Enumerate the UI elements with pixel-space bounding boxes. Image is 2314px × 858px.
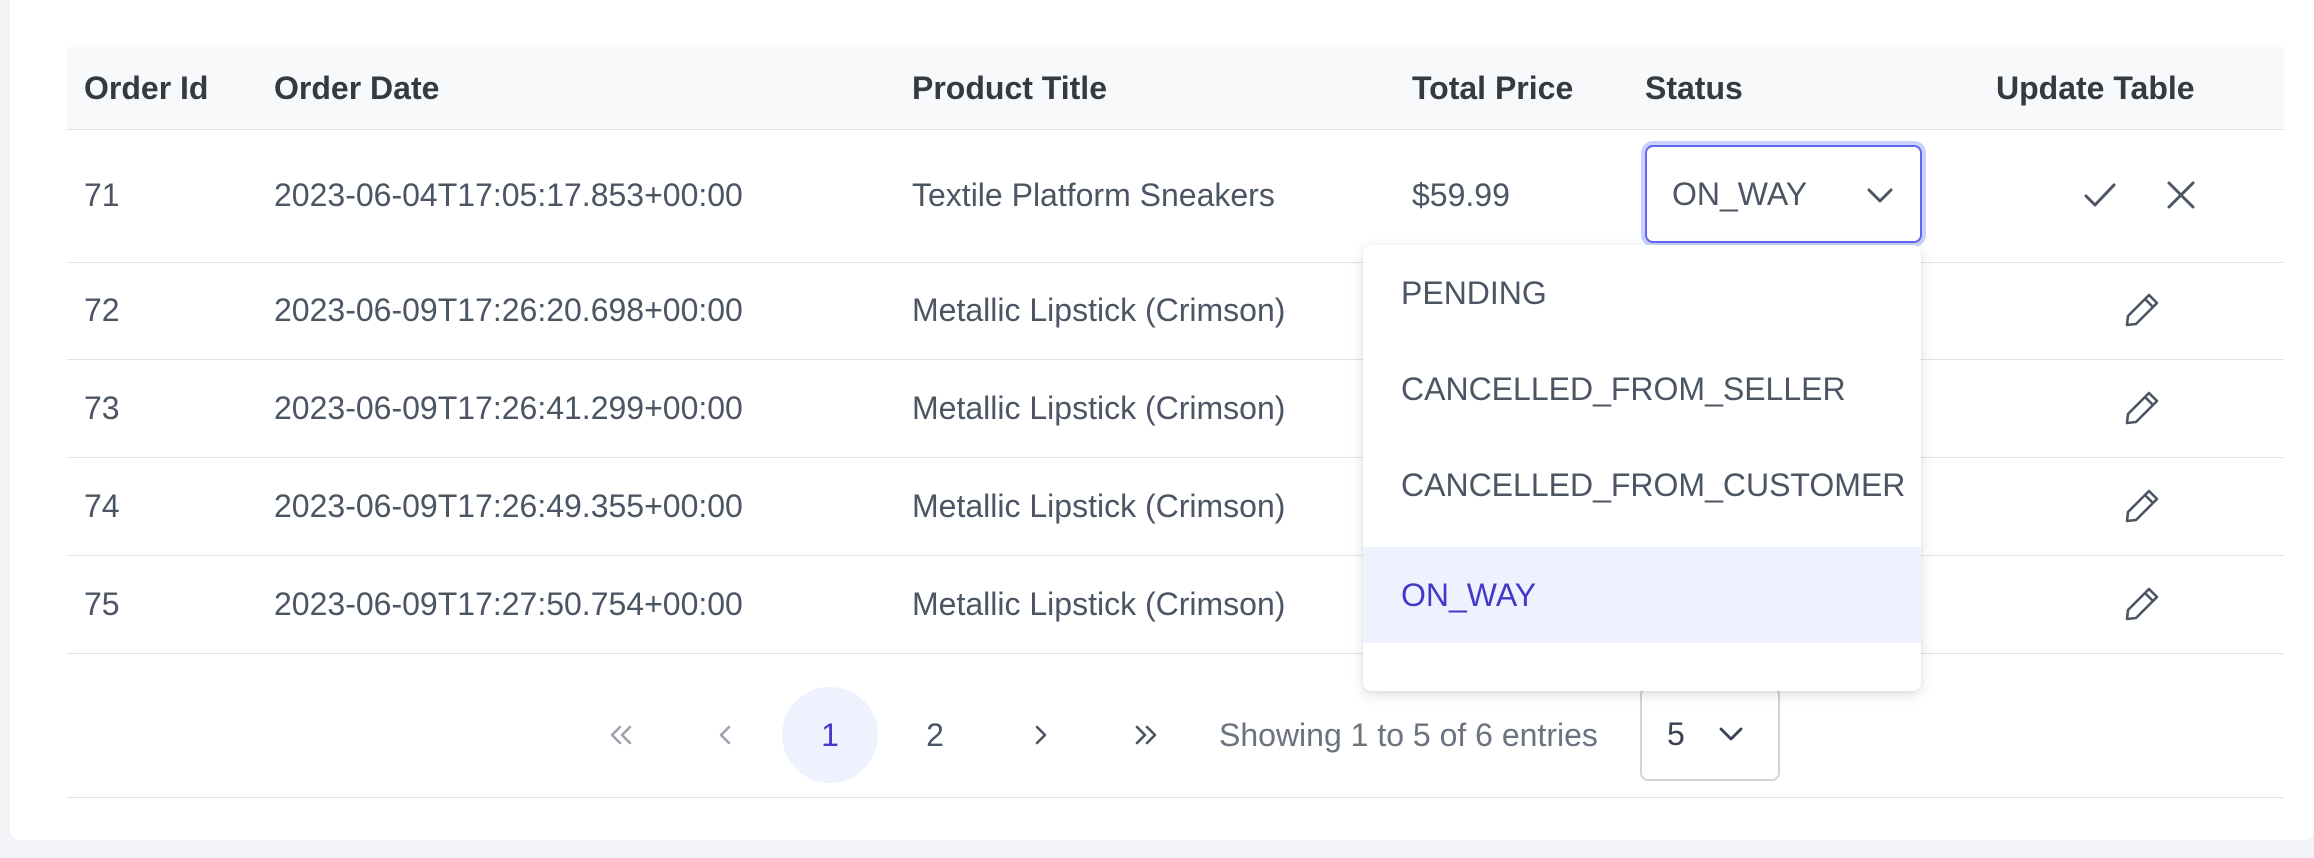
page-button-2[interactable]: 2 [887,687,983,783]
cell-order-id: 74 [84,488,120,524]
table-row: 75 2023-06-09T17:27:50.754+00:00 Metalli… [67,555,2284,654]
status-option-cancelled-from-seller[interactable]: CANCELLED_FROM_SELLER [1363,341,1921,437]
check-icon[interactable] [2080,175,2120,215]
cell-product-title: Metallic Lipstick (Crimson) [912,292,1286,328]
cell-product-title: Metallic Lipstick (Crimson) [912,390,1286,426]
header-status: Status [1645,70,1743,106]
pagination-info: Showing 1 to 5 of 6 entries [1219,717,1598,753]
last-page-button[interactable] [1098,687,1194,783]
header-total-price: Total Price [1412,70,1574,106]
table-header: Order Id Order Date Product Title Total … [67,47,2284,130]
cell-order-id: 71 [84,177,120,213]
pencil-icon[interactable] [2122,486,2162,526]
pencil-icon[interactable] [2122,584,2162,624]
cell-order-id: 72 [84,292,120,328]
cell-order-date: 2023-06-09T17:27:50.754+00:00 [274,586,743,622]
status-option-on-way[interactable]: ON_WAY [1363,547,1921,643]
rows-per-page-select[interactable]: 5 [1640,687,1780,781]
header-product-title: Product Title [912,70,1107,106]
status-select-value: ON_WAY [1672,176,1808,212]
cell-order-date: 2023-06-04T17:05:17.853+00:00 [274,177,743,213]
status-option-pending[interactable]: PENDING [1363,245,1921,341]
header-update-table: Update Table [1996,70,2195,106]
cell-order-id: 75 [84,586,120,622]
cell-order-id: 73 [84,390,120,426]
orders-card: Order Id Order Date Product Title Total … [10,0,2314,840]
status-dropdown-menu: PENDING CANCELLED_FROM_SELLER CANCELLED_… [1363,245,1921,691]
status-select[interactable]: ON_WAY [1645,145,1922,243]
close-icon[interactable] [2161,175,2201,215]
pagination: 1 2 Showing 1 to 5 of 6 entries 5 [67,657,2284,798]
cell-total-price: $59.99 [1412,177,1510,213]
cell-product-title: Metallic Lipstick (Crimson) [912,586,1286,622]
cell-order-date: 2023-06-09T17:26:20.698+00:00 [274,292,743,328]
pencil-icon[interactable] [2122,290,2162,330]
chevron-right-icon [1035,725,1047,745]
chevrons-left-icon [610,725,632,745]
table-row: 72 2023-06-09T17:26:20.698+00:00 Metalli… [67,262,2284,360]
header-order-date: Order Date [274,70,440,106]
prev-page-button[interactable] [677,687,773,783]
chevrons-right-icon [1135,725,1157,745]
chevron-down-icon [1719,727,1743,741]
table-row: 73 2023-06-09T17:26:41.299+00:00 Metalli… [67,359,2284,458]
cell-product-title: Textile Platform Sneakers [912,177,1275,213]
page-button-1[interactable]: 1 [782,687,878,783]
pencil-icon[interactable] [2122,388,2162,428]
cell-order-date: 2023-06-09T17:26:49.355+00:00 [274,488,743,524]
next-page-button[interactable] [993,687,1089,783]
cell-product-title: Metallic Lipstick (Crimson) [912,488,1286,524]
rows-per-page-value: 5 [1667,716,1685,752]
first-page-button[interactable] [573,687,669,783]
chevron-down-icon [1867,188,1893,203]
table-row-editing: 71 2023-06-04T17:05:17.853+00:00 Textile… [67,129,2284,263]
status-option-cancelled-from-customer[interactable]: CANCELLED_FROM_CUSTOMER [1363,437,1921,533]
table-row: 74 2023-06-09T17:26:49.355+00:00 Metalli… [67,457,2284,556]
chevron-left-icon [719,725,731,745]
cell-order-date: 2023-06-09T17:26:41.299+00:00 [274,390,743,426]
header-order-id: Order Id [84,70,209,106]
